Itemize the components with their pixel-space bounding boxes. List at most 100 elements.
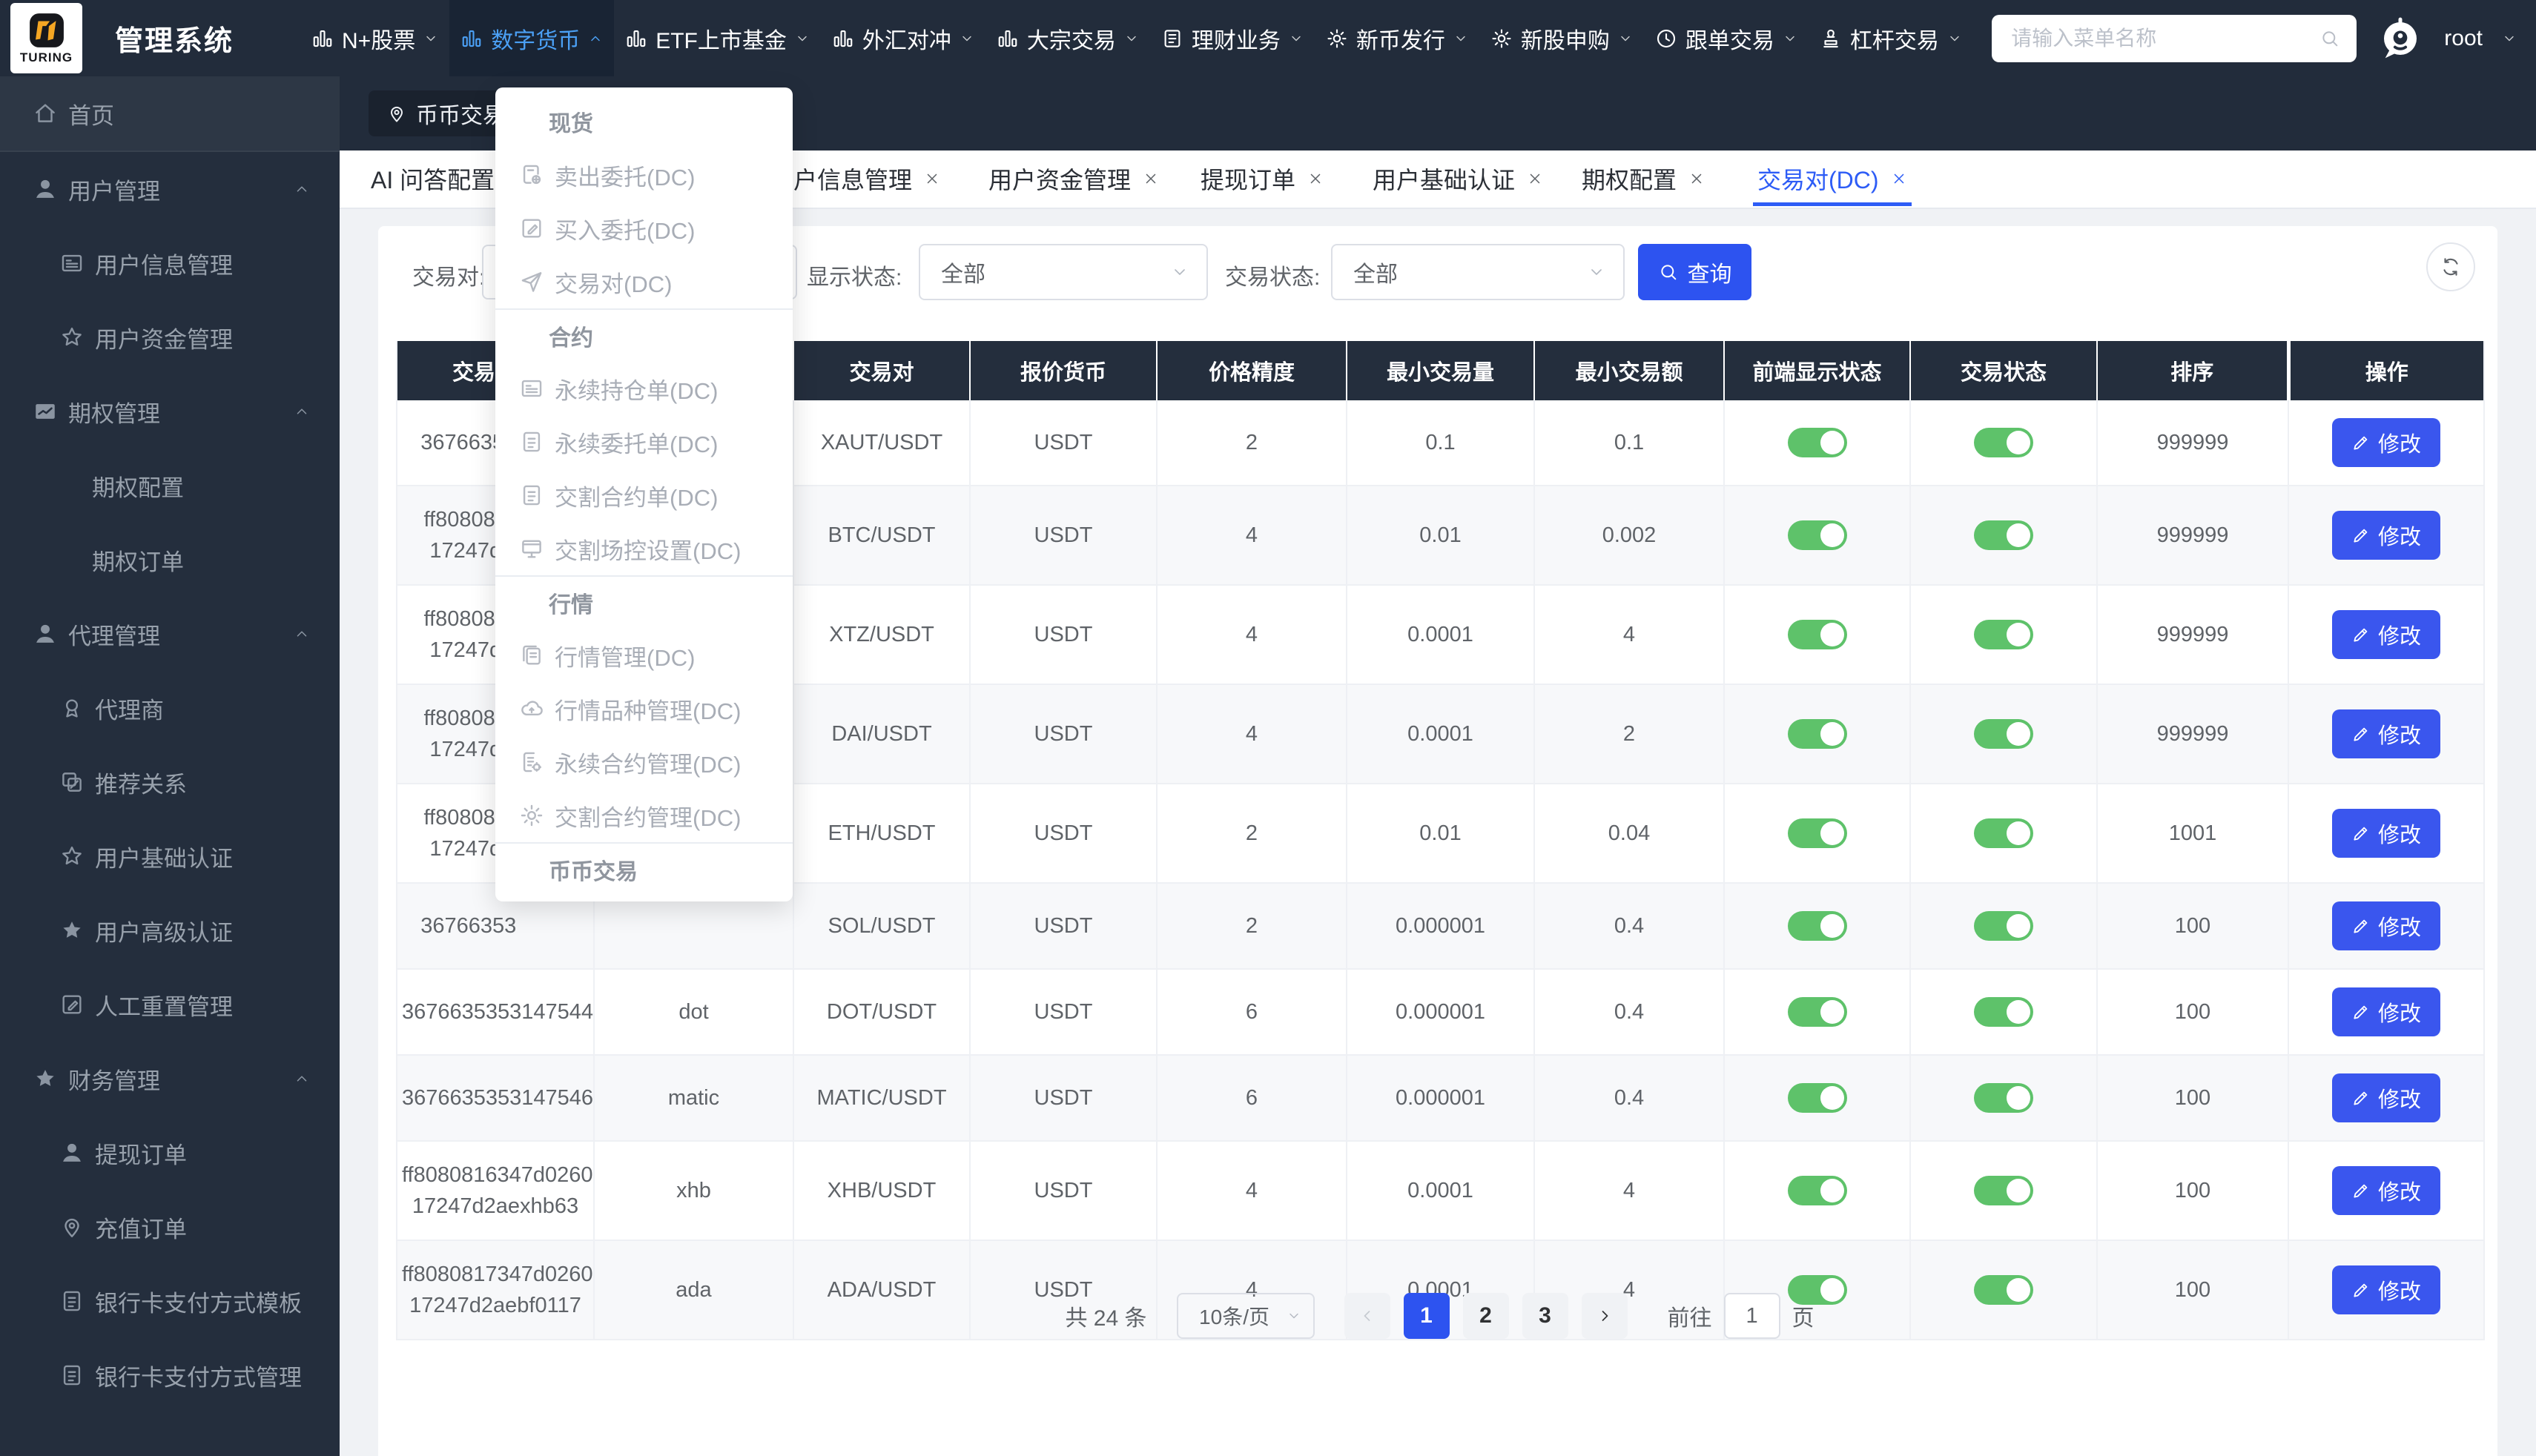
dropdown-menu-entry[interactable]: 行情 [495,575,793,629]
dropdown-menu-entry[interactable]: 交割场控设置(DC) [495,522,793,575]
close-icon[interactable] [1891,171,1907,187]
page-tab[interactable]: 用户资金管理 [988,150,1159,206]
close-icon[interactable] [1143,171,1159,187]
top-nav-item[interactable]: 理财业务 [1150,0,1315,76]
top-nav-item[interactable]: 跟单交易 [1644,0,1809,76]
sidebar-item[interactable]: 充值订单 [0,1190,340,1264]
page-size-select[interactable]: 10条/页 [1177,1293,1315,1339]
display-status-toggle[interactable] [1788,520,1847,550]
sidebar-item[interactable]: 提现订单 [0,1116,340,1190]
sidebar-item[interactable]: 首页 [0,76,340,152]
menu-search-input[interactable] [1992,15,2357,62]
top-nav-item[interactable]: 数字货币 [449,0,614,76]
edit-button[interactable]: 修改 [2332,418,2440,467]
dropdown-menu-entry[interactable]: 合约 [495,308,793,362]
trade-status-toggle[interactable] [1974,620,2033,649]
display-status-toggle[interactable] [1788,911,1847,941]
trade-status-toggle[interactable] [1974,428,2033,457]
dropdown-menu-entry[interactable]: 永续委托单(DC) [495,415,793,469]
top-nav-item[interactable]: N+股票 [300,0,449,76]
sidebar-item[interactable]: 用户管理 [0,152,340,226]
sidebar-item[interactable]: 银行卡支付方式管理 [0,1338,340,1412]
dropdown-menu-entry[interactable]: 行情管理(DC) [495,629,793,682]
trade-status-toggle[interactable] [1974,818,2033,848]
trade-status-toggle[interactable] [1974,997,2033,1027]
search-button[interactable]: 查询 [1638,244,1751,300]
close-icon[interactable] [1527,171,1543,187]
sidebar-item[interactable]: 用户资金管理 [0,300,340,374]
trade-status-toggle[interactable] [1974,1176,2033,1205]
sidebar-item[interactable]: 代理商 [0,671,340,745]
edit-button[interactable]: 修改 [2332,610,2440,659]
dropdown-menu-entry[interactable]: 永续持仓单(DC) [495,362,793,415]
display-status-toggle[interactable] [1788,719,1847,749]
page-number-button[interactable]: 3 [1522,1293,1568,1339]
page-tab[interactable]: 用户基础认证 [1373,150,1543,206]
dropdown-menu-entry[interactable]: 交割合约单(DC) [495,469,793,522]
page-tab[interactable]: 提现订单 [1201,150,1324,206]
display-status-select[interactable]: 全部 [919,244,1208,300]
top-nav-item[interactable]: 新股申购 [1479,0,1644,76]
sidebar-item[interactable]: 人工重置管理 [0,967,340,1042]
sort-cell: 100 [2097,1055,2288,1141]
display-status-toggle[interactable] [1788,997,1847,1027]
sidebar-item[interactable]: 期权订单 [0,523,340,597]
display-status-toggle[interactable] [1788,1176,1847,1205]
page-number-button[interactable]: 2 [1463,1293,1509,1339]
top-nav-item[interactable]: ETF上市基金 [614,0,821,76]
top-nav-item[interactable]: 杠杆交易 [1809,0,1973,76]
edit-button[interactable]: 修改 [2332,809,2440,858]
sidebar-item[interactable]: 代理管理 [0,597,340,671]
dropdown-menu-entry[interactable]: 卖出委托(DC) [495,148,793,202]
top-nav-item[interactable]: 外汇对冲 [821,0,985,76]
edit-button[interactable]: 修改 [2332,511,2440,560]
user-name[interactable]: root [2444,26,2483,51]
avatar[interactable] [2376,14,2425,63]
page-tab[interactable]: 期权配置 [1582,150,1705,206]
top-nav-item[interactable]: 新币发行 [1315,0,1479,76]
dropdown-menu-entry[interactable]: 交易对(DC) [495,255,793,308]
close-icon[interactable] [924,171,940,187]
sidebar-item[interactable]: 期权配置 [0,449,340,523]
edit-button[interactable]: 修改 [2332,901,2440,950]
trade-status-toggle[interactable] [1974,1083,2033,1113]
trade-status-toggle[interactable] [1974,520,2033,550]
refresh-button[interactable] [2426,242,2475,291]
dropdown-menu-entry[interactable]: 永续合约管理(DC) [495,735,793,789]
display-status-toggle[interactable] [1788,620,1847,649]
dropdown-menu-entry[interactable]: 行情品种管理(DC) [495,682,793,735]
edit-button[interactable]: 修改 [2332,987,2440,1036]
user-chevron-down-icon[interactable] [2502,31,2517,46]
sidebar-item[interactable]: 推荐关系 [0,745,340,819]
sidebar-item[interactable]: 财务管理 [0,1042,340,1116]
page-tab[interactable]: 交易对(DC) [1757,150,1907,206]
display-status-toggle[interactable] [1788,428,1847,457]
display-status-toggle[interactable] [1788,1083,1847,1113]
top-nav-item[interactable]: 大宗交易 [985,0,1150,76]
sidebar-item[interactable]: 银行卡支付方式模板 [0,1264,340,1338]
goto-page-input[interactable] [1724,1293,1780,1339]
edit-button[interactable]: 修改 [2332,1073,2440,1122]
sidebar-item[interactable]: 期权管理 [0,374,340,449]
edit-button[interactable]: 修改 [2332,709,2440,758]
close-icon[interactable] [1688,171,1705,187]
dropdown-menu-entry[interactable]: 现货 [495,95,793,148]
page-tab[interactable]: 用户信息管理 [770,150,940,206]
prev-page-button[interactable] [1344,1293,1390,1339]
trade-status-toggle[interactable] [1974,911,2033,941]
display-status-label: 显示状态: [807,259,902,291]
sidebar-item[interactable]: 用户信息管理 [0,226,340,300]
display-status-toggle[interactable] [1788,818,1847,848]
close-icon[interactable] [1307,171,1324,187]
trade-status-select[interactable]: 全部 [1331,244,1625,300]
dropdown-menu-entry[interactable]: 交割合约管理(DC) [495,789,793,842]
dropdown-menu-entry[interactable]: 买入委托(DC) [495,202,793,255]
edit-button[interactable]: 修改 [2332,1166,2440,1215]
sidebar-item[interactable]: 用户基础认证 [0,819,340,893]
next-page-button[interactable] [1582,1293,1628,1339]
dropdown-menu-entry[interactable]: 币币交易 [495,842,793,896]
trade-status-toggle[interactable] [1974,719,2033,749]
page-number-button[interactable]: 1 [1404,1293,1450,1339]
sidebar-item-label: 用户基础认证 [95,840,233,873]
sidebar-item[interactable]: 用户高级认证 [0,893,340,967]
